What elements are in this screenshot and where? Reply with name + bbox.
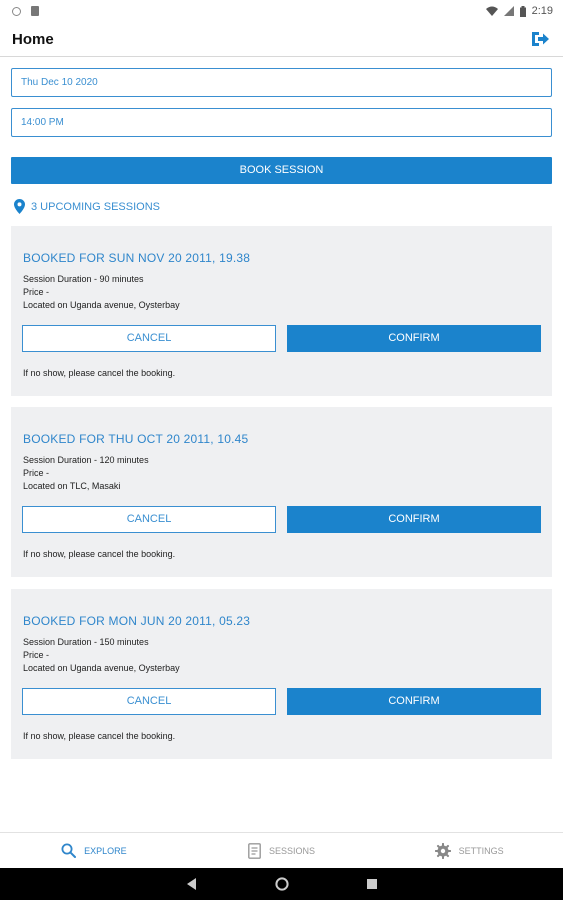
upcoming-sessions-label: 3 UPCOMING SESSIONS: [31, 200, 160, 213]
session-title: BOOKED FOR THU OCT 20 2011, 10.45: [23, 432, 249, 446]
status-bar: 2:19: [0, 0, 563, 22]
system-nav-bar: [0, 868, 563, 900]
session-note: If no show, please cancel the booking.: [23, 368, 176, 378]
nav-label-sessions: SESSIONS: [269, 845, 316, 856]
recents-icon[interactable]: [366, 879, 377, 889]
nav-item-settings[interactable]: SETTINGS: [375, 833, 563, 868]
session-duration: Session Duration - 120 minutes: [23, 455, 149, 465]
cancel-button[interactable]: CANCEL: [22, 325, 276, 352]
date-field[interactable]: [11, 68, 552, 97]
session-title: BOOKED FOR SUN NOV 20 2011, 19.38: [23, 251, 251, 265]
app-bar: Home: [0, 22, 563, 57]
session-duration: Session Duration - 90 minutes: [23, 274, 144, 284]
upcoming-sessions-header: 3 UPCOMING SESSIONS: [14, 199, 160, 214]
confirm-button[interactable]: CONFIRM: [287, 506, 541, 533]
confirm-button[interactable]: CONFIRM: [287, 325, 541, 352]
nav-item-sessions[interactable]: SESSIONS: [188, 833, 376, 868]
location-pin-icon: [14, 199, 25, 214]
notification-icon: [12, 6, 21, 16]
page-title: Home: [12, 30, 54, 48]
session-location: Located on Uganda avenue, Oysterbay: [23, 663, 180, 673]
session-price: Price -: [23, 650, 50, 660]
back-icon[interactable]: [186, 878, 197, 890]
search-icon: [61, 843, 77, 858]
session-card: BOOKED FOR THU OCT 20 2011, 10.45 Sessio…: [11, 407, 552, 577]
bottom-nav: EXPLORE SESSIONS SETTINGS: [0, 832, 563, 868]
session-price: Price -: [23, 468, 50, 478]
status-left: [12, 6, 39, 16]
home-icon[interactable]: [274, 877, 289, 891]
document-icon: [248, 842, 261, 859]
wifi-icon: [485, 6, 498, 16]
sd-card-icon: [31, 6, 39, 16]
gear-icon: [434, 842, 451, 859]
confirm-button[interactable]: CONFIRM: [287, 688, 541, 715]
cancel-button[interactable]: CANCEL: [22, 506, 276, 533]
session-duration: Session Duration - 150 minutes: [23, 637, 149, 647]
battery-icon: [519, 5, 526, 17]
session-card: BOOKED FOR MON JUN 20 2011, 05.23 Sessio…: [11, 589, 552, 759]
session-title: BOOKED FOR MON JUN 20 2011, 05.23: [23, 614, 251, 628]
logout-icon[interactable]: [529, 28, 551, 50]
nav-item-explore[interactable]: EXPLORE: [0, 833, 188, 868]
nav-label-explore: EXPLORE: [84, 845, 127, 856]
status-right: 2:19: [485, 5, 553, 17]
session-location: Located on TLC, Masaki: [23, 481, 121, 491]
signal-icon: [503, 6, 514, 16]
session-price: Price -: [23, 287, 50, 297]
nav-label-settings: SETTINGS: [458, 845, 504, 856]
book-session-button[interactable]: BOOK SESSION: [11, 157, 552, 184]
status-time: 2:19: [531, 5, 553, 17]
session-card: BOOKED FOR SUN NOV 20 2011, 19.38 Sessio…: [11, 226, 552, 396]
session-note: If no show, please cancel the booking.: [23, 549, 176, 559]
session-location: Located on Uganda avenue, Oysterbay: [23, 300, 180, 310]
cancel-button[interactable]: CANCEL: [22, 688, 276, 715]
time-field[interactable]: [11, 108, 552, 137]
session-note: If no show, please cancel the booking.: [23, 731, 176, 741]
